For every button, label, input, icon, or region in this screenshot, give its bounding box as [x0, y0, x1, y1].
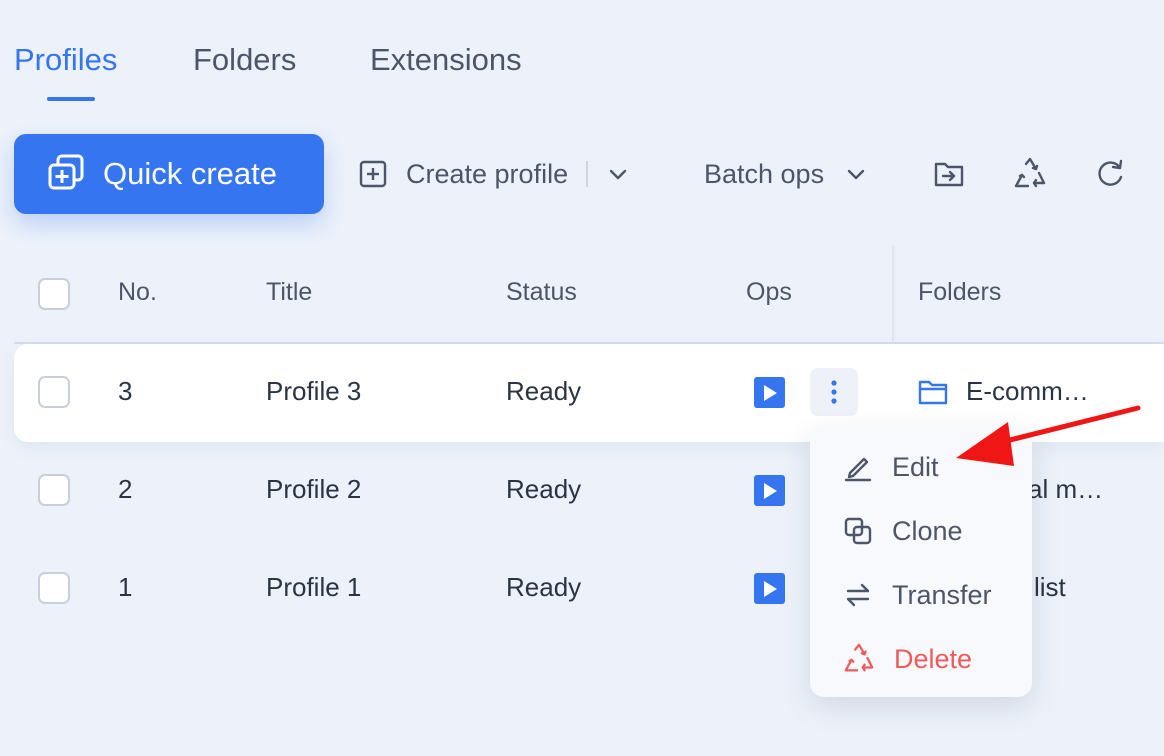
- folder-icon: [918, 378, 948, 406]
- tab-extensions[interactable]: Extensions: [370, 42, 522, 78]
- row-folder-label: al m…: [1028, 474, 1104, 504]
- create-profile-button[interactable]: Create profile: [358, 150, 630, 198]
- table-header: No. Title Status Ops Folders: [0, 245, 1164, 344]
- row-title: Profile 1: [266, 572, 362, 602]
- menu-item-clone[interactable]: Clone: [810, 502, 1032, 560]
- menu-item-label: Edit: [892, 451, 939, 482]
- header-no: No.: [118, 278, 157, 306]
- active-tab-indicator: [47, 97, 95, 101]
- header-folders: Folders: [918, 278, 1002, 306]
- quick-create-button[interactable]: Quick create: [14, 134, 324, 214]
- row-status: Ready: [506, 572, 582, 602]
- row-title: Profile 3: [266, 376, 362, 406]
- play-icon[interactable]: [754, 475, 785, 506]
- move-to-folder-icon[interactable]: [929, 154, 969, 194]
- row-checkbox[interactable]: [38, 474, 70, 506]
- row-checkbox[interactable]: [38, 572, 70, 604]
- select-all-checkbox[interactable]: [38, 278, 70, 310]
- header-ops: Ops: [746, 278, 792, 306]
- header-title: Title: [266, 278, 313, 306]
- pencil-icon: [842, 451, 874, 483]
- play-icon[interactable]: [754, 573, 785, 604]
- row-status: Ready: [506, 474, 582, 504]
- recycle-icon[interactable]: [1010, 154, 1050, 194]
- batch-ops-label: Batch ops: [704, 158, 825, 189]
- batch-ops-dropdown[interactable]: Batch ops: [704, 150, 868, 198]
- tab-folders[interactable]: Folders: [193, 42, 296, 78]
- menu-item-label: Transfer: [892, 579, 992, 610]
- toolbar-divider: [586, 161, 589, 187]
- chevron-down-icon: [844, 162, 868, 186]
- row-title: Profile 2: [266, 474, 362, 504]
- refresh-icon[interactable]: [1090, 154, 1130, 194]
- more-options-button[interactable]: [810, 368, 858, 416]
- transfer-icon: [842, 579, 874, 611]
- create-profile-label: Create profile: [406, 158, 569, 189]
- chevron-down-icon[interactable]: [606, 162, 630, 186]
- menu-item-label: Clone: [892, 515, 963, 546]
- plus-square-icon: [358, 159, 388, 189]
- row-checkbox[interactable]: [38, 376, 70, 408]
- menu-item-transfer[interactable]: Transfer: [810, 566, 1032, 624]
- play-icon[interactable]: [754, 377, 785, 408]
- menu-item-delete[interactable]: Delete: [810, 630, 1032, 688]
- row-no: 1: [118, 572, 133, 602]
- row-no: 3: [118, 376, 133, 406]
- column-separator: [892, 245, 896, 343]
- menu-item-label: Delete: [894, 643, 973, 674]
- row-status: Ready: [506, 376, 582, 406]
- recycle-delete-icon: [842, 642, 876, 676]
- header-status: Status: [506, 278, 577, 306]
- row-no: 2: [118, 474, 133, 504]
- quick-create-icon: [47, 153, 85, 196]
- tab-profiles[interactable]: Profiles: [14, 42, 117, 78]
- annotation-arrow-icon: [956, 405, 1141, 466]
- tab-bar: Profiles Folders Extensions: [0, 0, 1164, 110]
- clone-icon: [842, 515, 874, 547]
- row-folder-label: list: [1034, 572, 1066, 602]
- quick-create-label: Quick create: [103, 156, 278, 191]
- more-vertical-icon: [831, 380, 837, 404]
